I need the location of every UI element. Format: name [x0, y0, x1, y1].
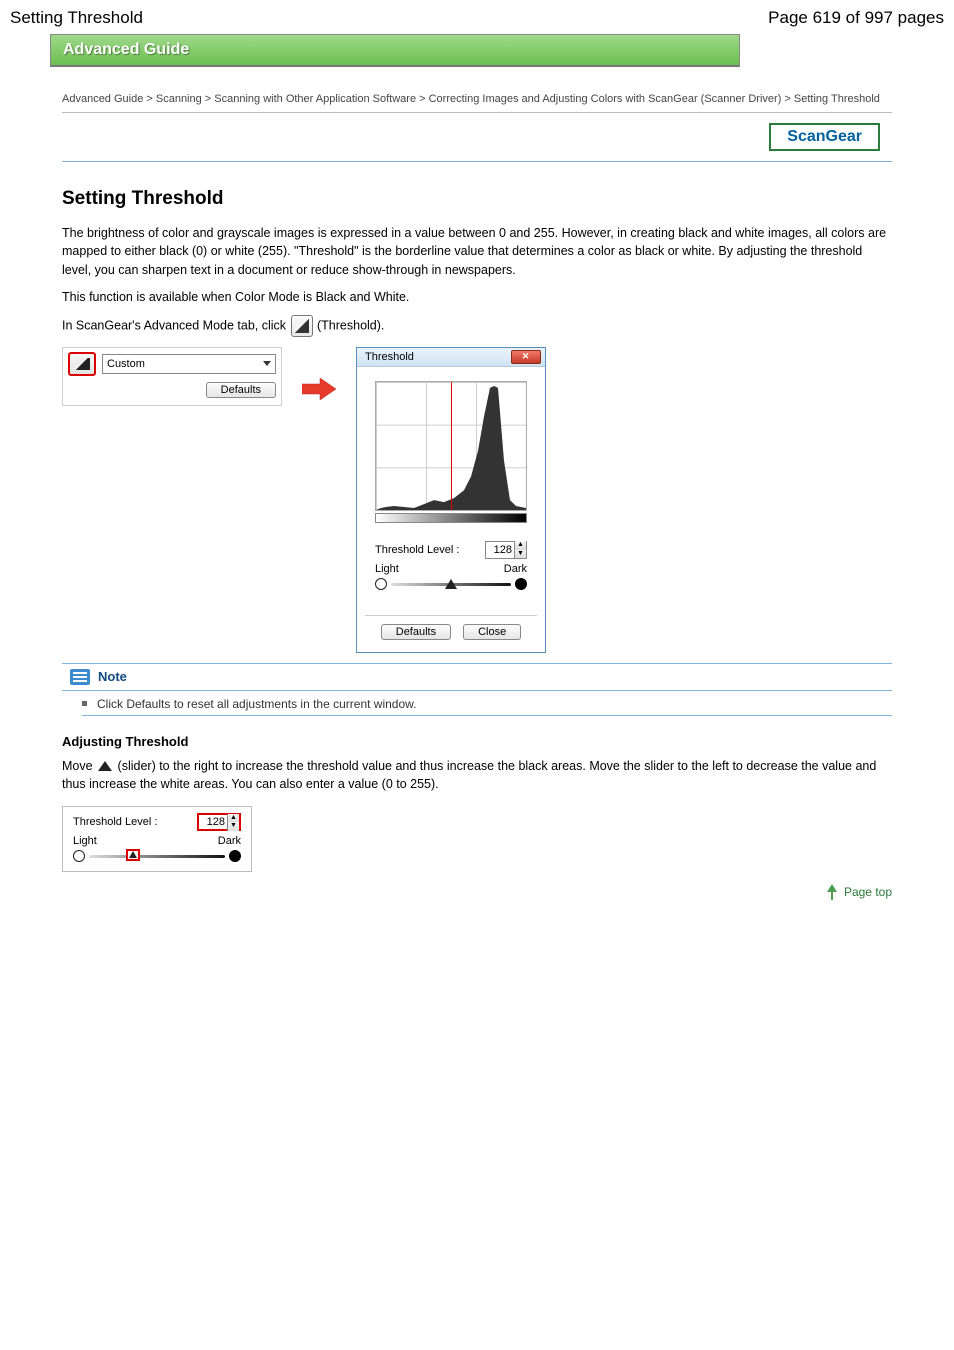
- threshold-level-label: Threshold Level :: [375, 544, 459, 556]
- fig-threshold-slider[interactable]: [89, 849, 225, 863]
- preset-value: Custom: [107, 358, 145, 370]
- page-top-link[interactable]: Page top: [62, 884, 892, 900]
- slider-thumb-icon[interactable]: [445, 579, 457, 589]
- slider-caret-icon: [98, 761, 112, 771]
- dark-endpoint-icon: [515, 578, 527, 590]
- dialog-close-button[interactable]: Close: [463, 624, 521, 640]
- threshold-slider[interactable]: [391, 577, 511, 591]
- note-icon: [70, 669, 90, 685]
- threshold-figure: Threshold Level : ▲▼ Light Dark: [62, 806, 252, 872]
- page-indicator: Page 619 of 997 pages: [768, 8, 944, 28]
- fig-spin-down-icon[interactable]: ▼: [228, 822, 239, 831]
- intro-para-3: In ScanGear's Advanced Mode tab, click (…: [62, 315, 892, 337]
- bullet-icon: [82, 701, 87, 706]
- spin-down-icon[interactable]: ▼: [515, 550, 526, 559]
- fig-level-label: Threshold Level :: [73, 816, 157, 828]
- preset-dropdown[interactable]: Custom: [102, 354, 276, 374]
- threshold-level-value[interactable]: [486, 544, 514, 556]
- threshold-dialog: Threshold ✕ Threshold Level : ▲▼: [356, 347, 546, 653]
- breadcrumb[interactable]: Advanced Guide > Scanning > Scanning wit…: [62, 91, 892, 108]
- spin-up-icon[interactable]: ▲: [515, 541, 526, 550]
- page-top-label: Page top: [844, 885, 892, 899]
- section-heading: Adjusting Threshold: [62, 734, 892, 749]
- page-title: Setting Threshold: [62, 188, 892, 210]
- dark-label: Dark: [504, 563, 527, 575]
- threshold-button[interactable]: [68, 352, 96, 376]
- histogram: [375, 381, 527, 511]
- note-item: Click Defaults to reset all adjustments …: [97, 697, 416, 711]
- arrow-right-icon: [302, 377, 336, 404]
- note-list: Click Defaults to reset all adjustments …: [82, 697, 892, 716]
- section-para: Move (slider) to the right to increase t…: [62, 757, 892, 795]
- threshold-icon: [291, 315, 313, 337]
- threshold-level-input[interactable]: ▲▼: [485, 541, 527, 559]
- fig-light-endpoint-icon: [73, 850, 85, 862]
- light-label: Light: [375, 563, 399, 575]
- fig-spin-up-icon[interactable]: ▲: [228, 814, 239, 823]
- note-heading: Note: [98, 669, 127, 684]
- doc-title: Setting Threshold: [10, 8, 143, 28]
- fig-level-value[interactable]: [199, 816, 227, 828]
- dialog-title: Threshold: [365, 351, 414, 363]
- intro-para-2: This function is available when Color Mo…: [62, 288, 892, 307]
- close-icon[interactable]: ✕: [511, 350, 541, 364]
- arrow-up-icon: [827, 884, 837, 892]
- advanced-guide-banner: Advanced Guide: [50, 34, 740, 67]
- chevron-down-icon: [263, 361, 271, 366]
- light-endpoint-icon: [375, 578, 387, 590]
- dialog-defaults-button[interactable]: Defaults: [381, 624, 451, 640]
- toolbar-defaults-button[interactable]: Defaults: [206, 382, 276, 398]
- fig-slider-thumb-highlight[interactable]: [126, 849, 140, 861]
- fig-dark-endpoint-icon: [229, 850, 241, 862]
- fig-level-input[interactable]: ▲▼: [197, 813, 241, 831]
- gradient-bar: [375, 513, 527, 523]
- intro-para-1: The brightness of color and grayscale im…: [62, 224, 892, 280]
- toolbar-panel: Custom Defaults: [62, 347, 282, 406]
- fig-light-label: Light: [73, 835, 97, 847]
- fig-dark-label: Dark: [218, 835, 241, 847]
- scangear-badge: ScanGear: [769, 123, 880, 151]
